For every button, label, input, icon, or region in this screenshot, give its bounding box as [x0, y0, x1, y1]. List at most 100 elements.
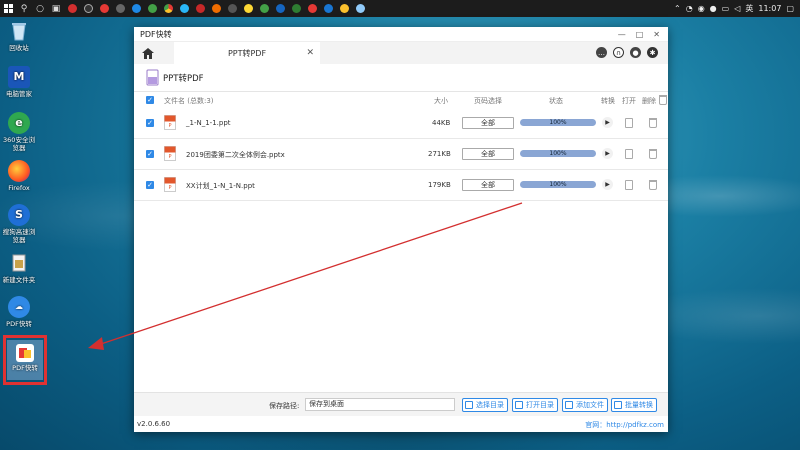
add-file-label: 添加文件: [576, 401, 604, 409]
taskbar-app-icon[interactable]: [176, 0, 192, 17]
desktop-icon-recycle-bin[interactable]: 回收站: [0, 20, 38, 52]
user-icon[interactable]: ●: [630, 47, 641, 58]
open-dir-button[interactable]: 打开目录: [512, 398, 558, 412]
network-icon[interactable]: ▭: [722, 4, 730, 13]
version-label: v2.0.6.60: [137, 420, 171, 428]
home-icon[interactable]: [134, 42, 162, 64]
taskbar-app-icon[interactable]: [128, 0, 144, 17]
tray-app-icon[interactable]: ●: [710, 4, 717, 13]
save-path-input[interactable]: 保存到桌面: [305, 398, 455, 411]
ppt-pdf-logo-icon: [146, 69, 159, 86]
taskbar-app-icon[interactable]: [288, 0, 304, 17]
progress-bar: 100%: [520, 150, 596, 157]
website-link[interactable]: 官网：http://pdfkz.com: [585, 420, 664, 430]
settings-gear-icon[interactable]: ✱: [647, 47, 658, 58]
convert-play-icon[interactable]: ▶: [602, 117, 613, 128]
pdf-cloud-icon: ☁: [8, 296, 30, 318]
desktop-icon-label: PDF快转: [12, 364, 38, 372]
desktop-icon-sogou-browser[interactable]: S 搜狗高速浏览器: [0, 204, 38, 244]
select-all-checkbox[interactable]: ✓: [146, 96, 154, 104]
task-view-icon[interactable]: ▣: [48, 0, 64, 17]
pc-manager-icon: M: [8, 66, 30, 88]
col-pages: 页码选择: [474, 97, 502, 105]
add-file-button[interactable]: 添加文件: [562, 398, 608, 412]
minimize-icon[interactable]: —: [618, 30, 626, 39]
desktop-icon-pc-manager[interactable]: M 电脑管家: [0, 66, 38, 98]
desktop-icon-firefox[interactable]: Firefox: [0, 160, 38, 192]
taskbar-app-icon[interactable]: [112, 0, 128, 17]
col-size: 大小: [434, 97, 448, 105]
batch-convert-button[interactable]: 批量转换: [611, 398, 657, 412]
cortana-icon[interactable]: ○: [32, 0, 48, 17]
taskbar-app-icon[interactable]: [144, 0, 160, 17]
desktop-icon-pdf-cloud[interactable]: ☁ PDF快转: [0, 296, 38, 328]
file-name: _1-N_1-1.ppt: [186, 119, 231, 127]
tray-app-icon[interactable]: ◉: [698, 4, 705, 13]
file-name: XX计划_1-N_1-N.ppt: [186, 182, 255, 190]
choose-dir-button[interactable]: 选择目录: [462, 398, 508, 412]
taskbar-app-icon[interactable]: [336, 0, 352, 17]
folder-open-icon: [515, 401, 523, 409]
clock[interactable]: 11:07: [758, 4, 781, 13]
taskbar-app-icon[interactable]: [272, 0, 288, 17]
windows-start-icon[interactable]: [0, 0, 16, 17]
taskbar-app-icon[interactable]: [224, 0, 240, 17]
desktop-icon-label: 360安全浏览器: [3, 136, 35, 152]
delete-all-icon[interactable]: [659, 95, 667, 105]
desktop-icon-label: 回收站: [9, 44, 29, 52]
desktop-icon-label: 电脑管家: [6, 90, 32, 98]
col-delete: 删除: [642, 97, 656, 105]
tray-chevron-icon[interactable]: ⌃: [674, 4, 681, 13]
delete-file-icon[interactable]: [649, 180, 657, 190]
close-icon[interactable]: ✕: [653, 30, 660, 39]
taskbar-app-icon[interactable]: [80, 0, 96, 17]
taskbar-app-icon[interactable]: [320, 0, 336, 17]
taskbar-app-icon[interactable]: [96, 0, 112, 17]
open-file-icon[interactable]: [625, 180, 633, 190]
desktop-icon-360-browser[interactable]: e 360安全浏览器: [0, 112, 38, 152]
taskbar-app-icon[interactable]: [64, 0, 80, 17]
open-file-icon[interactable]: [625, 149, 633, 159]
file-name: 2019团委第二次全体例会.pptx: [186, 151, 285, 159]
col-status: 状态: [549, 97, 563, 105]
delete-file-icon[interactable]: [649, 149, 657, 159]
page-select-button[interactable]: 全部: [462, 148, 514, 160]
page-select-button[interactable]: 全部: [462, 117, 514, 129]
add-file-icon: [565, 401, 573, 409]
tab-ppt-to-pdf[interactable]: PPT转PDF ✕: [174, 42, 320, 64]
tray-app-icon[interactable]: ◔: [686, 4, 693, 13]
wechat-icon[interactable]: [256, 0, 272, 17]
row-checkbox[interactable]: ✓: [146, 181, 154, 189]
row-checkbox[interactable]: ✓: [146, 119, 154, 127]
delete-file-icon[interactable]: [649, 118, 657, 128]
desktop-icon-pdf-app[interactable]: PDF快转: [6, 344, 44, 372]
volume-icon[interactable]: ◁: [734, 4, 740, 13]
open-file-icon[interactable]: [625, 118, 633, 128]
taskbar-app-icon[interactable]: [304, 0, 320, 17]
ppt-file-icon: P: [164, 146, 176, 161]
desktop-icon-label: 搜狗高速浏览器: [2, 228, 36, 244]
chat-icon[interactable]: …: [596, 47, 607, 58]
system-tray: ⌃ ◔ ◉ ● ▭ ◁ 英 11:07 ▢: [674, 3, 800, 14]
maximize-icon[interactable]: □: [636, 30, 644, 39]
notification-icon[interactable]: ▢: [786, 4, 794, 13]
status-bar: v2.0.6.60 官网：http://pdfkz.com: [134, 416, 668, 432]
pdf-app-window: PDF快转 — □ ✕ PPT转PDF ✕ … ∩ ● ✱ PPT转PDF ✓ …: [134, 27, 668, 432]
page-select-button[interactable]: 全部: [462, 179, 514, 191]
headset-icon[interactable]: ∩: [613, 47, 624, 58]
row-checkbox[interactable]: ✓: [146, 150, 154, 158]
sogou-browser-icon: S: [8, 204, 30, 226]
search-icon[interactable]: ⚲: [16, 0, 32, 17]
col-convert: 转换: [601, 97, 615, 105]
tab-close-icon[interactable]: ✕: [306, 48, 314, 58]
convert-play-icon[interactable]: ▶: [602, 179, 613, 190]
taskbar-app-icon[interactable]: [352, 0, 368, 17]
taskbar-app-icon[interactable]: [192, 0, 208, 17]
convert-play-icon[interactable]: ▶: [602, 148, 613, 159]
input-language[interactable]: 英: [745, 3, 753, 14]
ppt-file-icon: P: [164, 115, 176, 130]
taskbar-app-icon[interactable]: [240, 0, 256, 17]
chrome-icon[interactable]: [160, 0, 176, 17]
desktop-icon-new-folder[interactable]: 新建文件夹: [0, 252, 38, 284]
taskbar-app-icon[interactable]: [208, 0, 224, 17]
